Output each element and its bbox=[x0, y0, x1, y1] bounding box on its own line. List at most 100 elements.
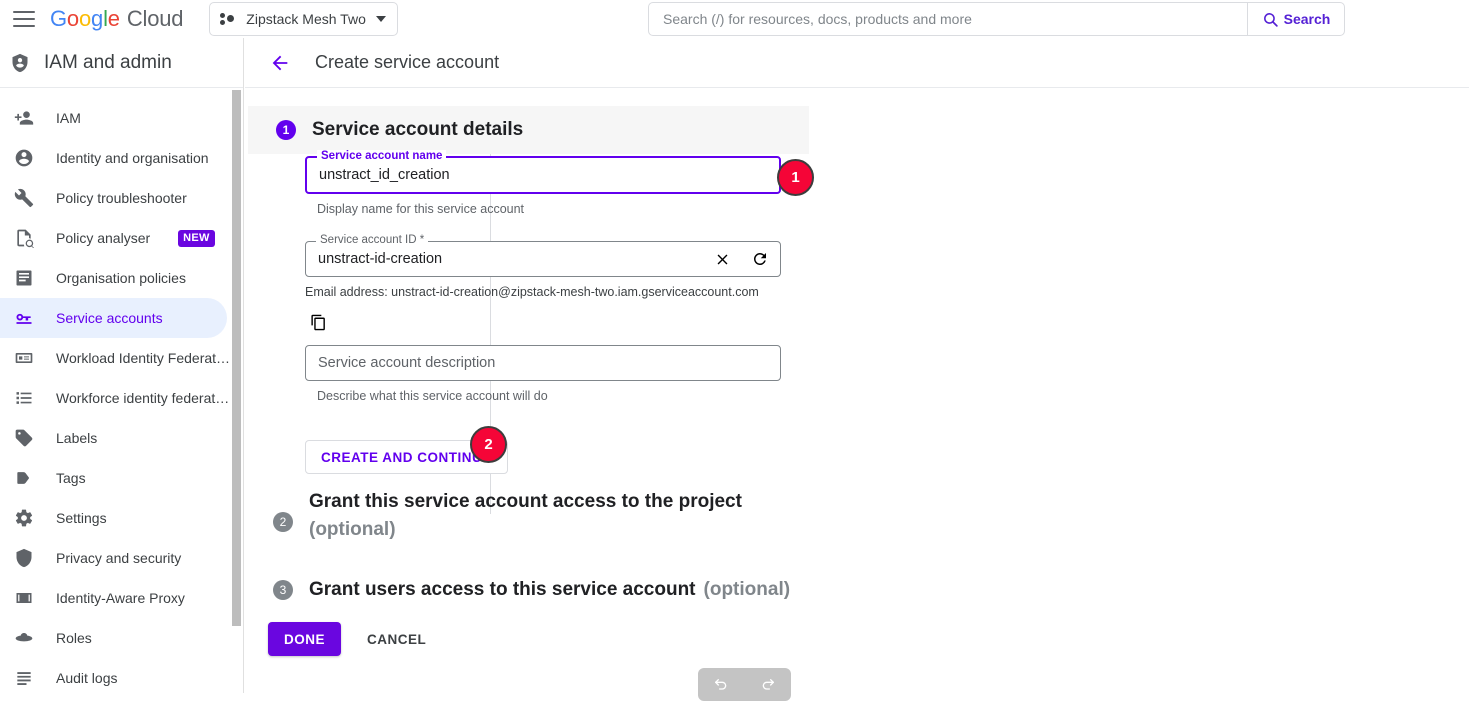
close-icon[interactable] bbox=[712, 249, 732, 269]
nav-list: IAM Identity and organisation Policy tro… bbox=[0, 88, 243, 693]
document-search-icon bbox=[14, 228, 34, 248]
redo-icon[interactable] bbox=[760, 677, 776, 693]
sidebar-scrollbar[interactable] bbox=[232, 90, 241, 626]
project-dots-icon bbox=[220, 12, 236, 26]
sidebar-item-workload-identity-federation[interactable]: Workload Identity Federat… bbox=[0, 338, 231, 378]
service-account-id-field[interactable]: Service account ID * bbox=[305, 234, 781, 277]
sidebar-item-label: Settings bbox=[56, 510, 107, 526]
sidebar-item-service-accounts[interactable]: Service accounts bbox=[0, 298, 227, 338]
sidebar-item-labels[interactable]: Labels bbox=[0, 418, 227, 458]
id-card-icon bbox=[14, 348, 34, 368]
account-circle-icon bbox=[14, 148, 34, 168]
service-account-form: Service account name Display name for th… bbox=[305, 150, 805, 474]
sidebar-item-roles[interactable]: Roles bbox=[0, 618, 227, 658]
step-2-optional: (optional) bbox=[309, 519, 396, 540]
annotation-marker-2: 2 bbox=[470, 426, 507, 463]
sidebar-item-identity-aware-proxy[interactable]: Identity-Aware Proxy bbox=[0, 578, 227, 618]
new-badge: NEW bbox=[178, 229, 215, 247]
step-2-title: Grant this service account access to the… bbox=[309, 491, 742, 512]
sidebar-item-label: Policy troubleshooter bbox=[56, 190, 187, 206]
chevron-down-icon bbox=[375, 16, 386, 22]
service-account-email-address: Email address: unstract-id-creation@zips… bbox=[305, 285, 759, 299]
sidebar-item-settings[interactable]: Settings bbox=[0, 498, 227, 538]
step-3-optional: (optional) bbox=[703, 579, 791, 600]
sidebar-item-label: Tags bbox=[56, 470, 86, 486]
top-app-bar: Google Cloud Zipstack Mesh Two Search bbox=[0, 0, 1469, 38]
floating-undo-redo-toolbar[interactable] bbox=[698, 668, 791, 701]
back-arrow-icon[interactable] bbox=[263, 46, 297, 80]
step-2-number: 2 bbox=[273, 512, 293, 532]
service-account-description-field[interactable] bbox=[305, 345, 781, 381]
sidebar-item-label: Identity-Aware Proxy bbox=[56, 590, 185, 606]
roles-hat-icon bbox=[14, 628, 34, 648]
sidebar-item-privacy-and-security[interactable]: Privacy and security bbox=[0, 538, 227, 578]
sidebar-item-audit-logs[interactable]: Audit logs bbox=[0, 658, 227, 693]
step-1-header: 1 Service account details bbox=[248, 106, 809, 154]
sidebar-item-tags[interactable]: Tags bbox=[0, 458, 227, 498]
sidebar-item-label: Roles bbox=[56, 630, 92, 646]
service-account-description-hint: Describe what this service account will … bbox=[317, 389, 548, 403]
sidebar-item-label: IAM bbox=[56, 110, 81, 126]
done-button[interactable]: DONE bbox=[268, 622, 342, 656]
sidebar-item-label: Organisation policies bbox=[56, 270, 186, 286]
wrench-icon bbox=[14, 188, 34, 208]
tag-arrow-icon bbox=[14, 468, 34, 488]
search-bar[interactable]: Search bbox=[648, 2, 1345, 36]
service-account-id-legend: Service account ID * bbox=[316, 234, 429, 246]
panel-header: IAM and admin bbox=[0, 38, 243, 88]
page-header: Create service account bbox=[245, 38, 1469, 88]
service-account-id-actions bbox=[712, 242, 770, 276]
sidebar-item-iam[interactable]: IAM bbox=[0, 98, 227, 138]
gear-icon bbox=[14, 508, 34, 528]
step-1-number: 1 bbox=[276, 120, 296, 140]
sidebar-item-policy-troubleshooter[interactable]: Policy troubleshooter bbox=[0, 178, 227, 218]
sidebar-item-label: Policy analyser bbox=[56, 230, 151, 246]
person-add-icon bbox=[14, 108, 34, 128]
service-account-description-input[interactable] bbox=[306, 346, 780, 380]
sidebar-item-label: Labels bbox=[56, 430, 98, 446]
service-account-name-field[interactable]: Service account name bbox=[305, 150, 781, 194]
sidebar-item-organisation-policies[interactable]: Organisation policies bbox=[0, 258, 227, 298]
list-document-icon bbox=[14, 268, 34, 288]
search-button[interactable]: Search bbox=[1247, 3, 1344, 35]
project-selector[interactable]: Zipstack Mesh Two bbox=[209, 2, 398, 36]
left-nav-panel: IAM and admin IAM Identity and organisat… bbox=[0, 38, 244, 693]
refresh-icon[interactable] bbox=[750, 249, 770, 269]
panel-title: IAM and admin bbox=[44, 51, 172, 73]
service-account-id-input[interactable] bbox=[306, 242, 780, 276]
sidebar-item-label: Identity and organisation bbox=[56, 150, 209, 166]
annotation-marker-1: 1 bbox=[777, 159, 814, 196]
label-tag-icon bbox=[14, 428, 34, 448]
form-footer-actions: DONE CANCEL bbox=[268, 622, 438, 656]
hamburger-menu-icon[interactable] bbox=[13, 11, 35, 27]
sidebar-item-label: Privacy and security bbox=[56, 550, 182, 566]
step-3-section[interactable]: 3 Grant users access to this service acc… bbox=[245, 576, 905, 604]
sidebar-item-identity-and-organisation[interactable]: Identity and organisation bbox=[0, 138, 227, 178]
sidebar-item-workforce-identity-federation[interactable]: Workforce identity federat… bbox=[0, 378, 230, 418]
search-input[interactable] bbox=[649, 3, 1247, 35]
key-icon bbox=[14, 308, 34, 328]
sidebar-item-label: Service accounts bbox=[56, 310, 163, 326]
project-name-label: Zipstack Mesh Two bbox=[246, 11, 366, 27]
sidebar-item-label: Workforce identity federat… bbox=[56, 390, 230, 406]
cancel-button[interactable]: CANCEL bbox=[355, 622, 438, 656]
search-button-label: Search bbox=[1283, 11, 1331, 27]
main-content: Create service account 1 Service account… bbox=[245, 38, 1469, 693]
sidebar-item-policy-analyser[interactable]: Policy analyser NEW bbox=[0, 218, 227, 258]
service-account-name-input[interactable] bbox=[307, 158, 779, 192]
step-2-section[interactable]: 2 Grant this service account access to t… bbox=[245, 488, 885, 544]
proxy-icon bbox=[14, 588, 34, 608]
cloud-wordmark: Cloud bbox=[126, 6, 184, 31]
list-bullet-icon bbox=[14, 388, 34, 408]
step-1-title: Service account details bbox=[312, 119, 524, 140]
copy-icon[interactable] bbox=[305, 309, 331, 335]
page-title: Create service account bbox=[315, 52, 500, 72]
step-3-title: Grant users access to this service accou… bbox=[309, 579, 696, 600]
step-3-number: 3 bbox=[273, 580, 293, 600]
search-icon bbox=[1263, 12, 1278, 27]
sidebar-item-label: Audit logs bbox=[56, 670, 118, 686]
service-account-name-hint: Display name for this service account bbox=[317, 202, 525, 216]
undo-icon[interactable] bbox=[713, 677, 729, 693]
sidebar-item-label: Workload Identity Federat… bbox=[56, 350, 231, 366]
google-cloud-logo[interactable]: Google Cloud bbox=[50, 6, 183, 32]
